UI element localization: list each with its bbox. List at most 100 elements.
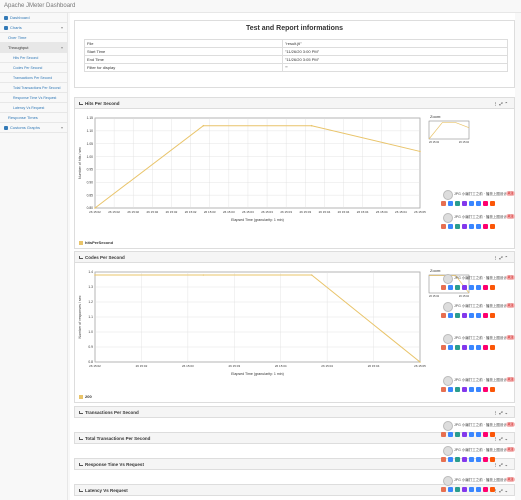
toolbar-icon[interactable] <box>455 313 460 318</box>
toolbar-icon[interactable] <box>448 345 453 350</box>
follow-button[interactable]: 关注 <box>506 377 515 382</box>
avatar[interactable] <box>443 274 453 284</box>
toolbar-icon[interactable] <box>455 432 460 437</box>
toolbar-icon[interactable] <box>441 457 446 462</box>
toolbar-icon[interactable] <box>476 201 481 206</box>
follow-button[interactable]: 关注 <box>506 335 515 340</box>
toolbar-icon[interactable] <box>455 387 460 392</box>
toolbar-icon[interactable] <box>448 224 453 229</box>
sidebar-item-throughput[interactable]: Throughput ▾ <box>0 43 67 53</box>
codes-chart[interactable]: 0.80.91.01.11.21.31.426 15:02 26 15:02 26 … <box>75 265 445 390</box>
toolbar-icon[interactable] <box>490 201 495 206</box>
toolbar-icon[interactable] <box>455 457 460 462</box>
toolbar-icon[interactable] <box>490 432 495 437</box>
toolbar-icon[interactable] <box>476 457 481 462</box>
toolbar-icon[interactable] <box>490 313 495 318</box>
toolbar-icon[interactable] <box>490 487 495 492</box>
sidebar-item-dashboard[interactable]: Dashboard <box>0 13 67 23</box>
avatar[interactable] <box>443 421 453 431</box>
follow-button[interactable]: 关注 <box>506 275 515 280</box>
overlay-widget[interactable]: JPG 小编打工之前 · 播放上图设计 关注 <box>441 302 521 322</box>
hits-zoom-chart[interactable]: 26 15:02 26 15:04 <box>425 119 485 149</box>
hits-chart[interactable]: 0.800.850.900.951.001.051.101.1526 15:02… <box>75 111 445 236</box>
toolbar-icon[interactable] <box>448 457 453 462</box>
toolbar-icon[interactable] <box>483 432 488 437</box>
sidebar-item-charts[interactable]: Charts ▾ <box>0 23 67 33</box>
toolbar-icon[interactable] <box>448 201 453 206</box>
overlay-widget[interactable]: JPG 小编打工之前 · 播放上图设计 关注 <box>441 213 521 233</box>
toolbar-icon[interactable] <box>455 224 460 229</box>
toolbar-icon[interactable] <box>483 224 488 229</box>
overlay-widget[interactable]: JPG 小编打工之前 · 播放上图设计 关注 <box>441 190 521 210</box>
toolbar-icon[interactable] <box>455 487 460 492</box>
toolbar-icon[interactable] <box>483 457 488 462</box>
toolbar-icon[interactable] <box>469 487 474 492</box>
avatar[interactable] <box>443 190 453 200</box>
overlay-widget[interactable]: JPG 小编打工之前 · 播放上图设计 关注 <box>441 376 521 396</box>
overlay-widget[interactable]: JPG 小编打工之前 · 播放上图设计 关注 <box>441 446 521 466</box>
sidebar-item-codes-per-second[interactable]: Codes Per Second <box>0 63 67 73</box>
toolbar-icon[interactable] <box>455 201 460 206</box>
sidebar-item-over-time[interactable]: Over Time <box>0 33 67 43</box>
toolbar-icon[interactable] <box>469 313 474 318</box>
toolbar-icon[interactable] <box>490 345 495 350</box>
toolbar-icon[interactable] <box>441 487 446 492</box>
toolbar-icon[interactable] <box>448 432 453 437</box>
sidebar-item-latency-vs-request[interactable]: Latency Vs Request <box>0 103 67 113</box>
toolbar-icon[interactable] <box>462 387 467 392</box>
overlay-widget[interactable]: JPG 小编打工之前 · 播放上图设计 关注 <box>441 476 521 496</box>
chevron-down-icon[interactable]: ⌄ <box>505 410 510 415</box>
sidebar-item-response-vs-request[interactable]: Response Time Vs Request <box>0 93 67 103</box>
toolbar-icon[interactable] <box>483 387 488 392</box>
collapse-icon[interactable]: ⌃ <box>505 101 510 106</box>
avatar[interactable] <box>443 476 453 486</box>
follow-button[interactable]: 关注 <box>506 214 515 219</box>
follow-button[interactable]: 关注 <box>506 477 515 482</box>
toolbar-icon[interactable] <box>490 387 495 392</box>
chart-legend[interactable]: 200 <box>79 394 92 399</box>
follow-button[interactable]: 关注 <box>506 447 515 452</box>
toolbar-icon[interactable] <box>476 487 481 492</box>
follow-button[interactable]: 关注 <box>506 422 515 427</box>
toolbar-icon[interactable] <box>462 285 467 290</box>
toolbar-icon[interactable] <box>476 345 481 350</box>
transactions-panel[interactable]: Transactions Per Second ⋮⤢⌄ <box>74 406 515 418</box>
toolbar-icon[interactable] <box>483 313 488 318</box>
follow-button[interactable]: 关注 <box>506 303 515 308</box>
toolbar-icon[interactable] <box>483 487 488 492</box>
toolbar-icon[interactable] <box>476 224 481 229</box>
toolbar-icon[interactable] <box>462 224 467 229</box>
toolbar-icon[interactable] <box>441 313 446 318</box>
sidebar-item-transactions-per-second[interactable]: Transactions Per Second <box>0 73 67 83</box>
toolbar-icon[interactable] <box>476 285 481 290</box>
toolbar-icon[interactable] <box>469 201 474 206</box>
toolbar-icon[interactable] <box>455 285 460 290</box>
chart-legend[interactable]: hitsPerSecond <box>79 240 113 245</box>
toolbar-icon[interactable] <box>441 224 446 229</box>
toolbar-icon[interactable] <box>448 487 453 492</box>
toolbar-icon[interactable] <box>448 387 453 392</box>
toolbar-icon[interactable] <box>462 457 467 462</box>
follow-button[interactable]: 关注 <box>506 191 515 196</box>
toolbar-icon[interactable] <box>483 345 488 350</box>
toolbar-icon[interactable] <box>483 201 488 206</box>
avatar[interactable] <box>443 302 453 312</box>
overlay-widget[interactable]: JPG 小编打工之前 · 播放上图设计 关注 <box>441 421 521 441</box>
toolbar-icon[interactable] <box>441 345 446 350</box>
toolbar-icon[interactable] <box>441 285 446 290</box>
toolbar-icon[interactable] <box>469 432 474 437</box>
toolbar-icon[interactable] <box>469 387 474 392</box>
sidebar-item-hits-per-second[interactable]: Hits Per Second <box>0 53 67 63</box>
toolbar-icon[interactable] <box>469 457 474 462</box>
toolbar-icon[interactable] <box>469 224 474 229</box>
toolbar-icon[interactable] <box>441 387 446 392</box>
toolbar-icon[interactable] <box>462 487 467 492</box>
toolbar-icon[interactable] <box>490 457 495 462</box>
panel-header[interactable]: Hits Per Second ⋮⤢⌃ <box>75 98 514 109</box>
sidebar-item-customs-graphs[interactable]: Customs Graphs ▾ <box>0 123 67 133</box>
toolbar-icon[interactable] <box>476 313 481 318</box>
avatar[interactable] <box>443 334 453 344</box>
app-title[interactable]: Apache JMeter Dashboard <box>4 3 75 9</box>
avatar[interactable] <box>443 376 453 386</box>
toolbar-icon[interactable] <box>462 313 467 318</box>
